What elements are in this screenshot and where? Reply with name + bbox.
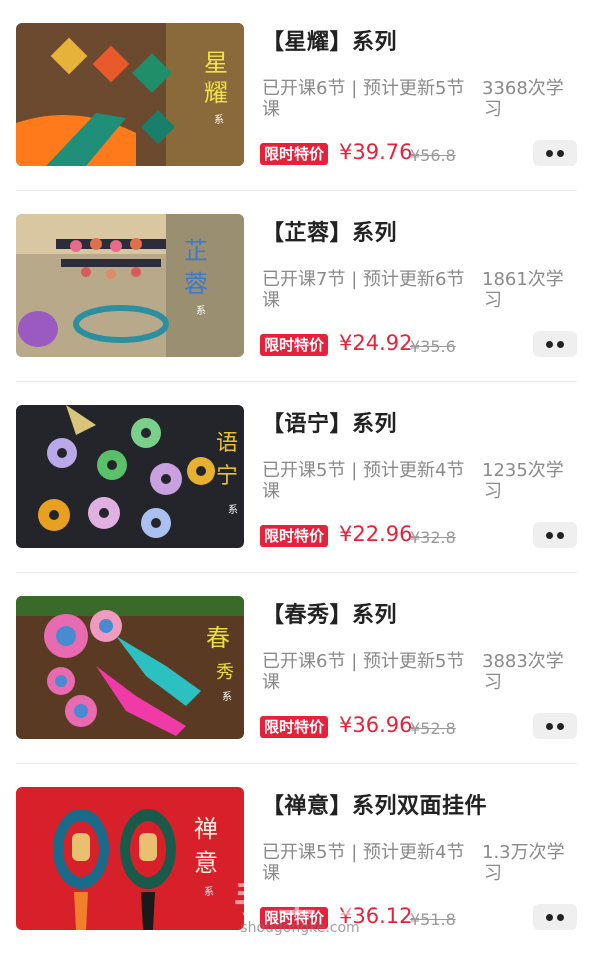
course-title[interactable]: 【禅意】系列双面挂件: [262, 788, 487, 820]
sale-price: ¥36.96: [339, 713, 413, 737]
course-thumbnail[interactable]: 星 耀 系: [16, 23, 244, 166]
more-options-button[interactable]: [533, 140, 577, 166]
course-card[interactable]: 芷 蓉 系 【芷蓉】系列 已开课7节 | 预计更新6节 课 1861次学 习 限…: [0, 191, 593, 382]
svg-text:系: 系: [204, 886, 214, 898]
more-dots-icon: [546, 722, 553, 730]
svg-text:蓉: 蓉: [184, 270, 208, 298]
learner-count-wrap: 习: [484, 863, 502, 884]
course-thumbnail[interactable]: 芷 蓉 系: [16, 214, 244, 357]
original-price: ¥35.6: [410, 337, 456, 356]
course-title[interactable]: 【语宁】系列: [262, 406, 397, 438]
promo-badge: 限时特价: [260, 716, 329, 738]
learner-count: 1235次学: [482, 460, 564, 481]
svg-text:禅: 禅: [194, 815, 218, 843]
promo-badge: 限时特价: [260, 907, 329, 929]
course-thumbnail-image: 芷 蓉 系: [16, 214, 244, 357]
sale-price: ¥39.76: [339, 140, 413, 164]
lessons-wrap: 课: [262, 672, 280, 693]
thumb-text: 星: [204, 49, 228, 77]
course-thumbnail[interactable]: 语 宁 系: [16, 405, 244, 548]
svg-text:系: 系: [222, 691, 232, 703]
lessons-planned: 预计更新5节: [363, 78, 465, 99]
learner-count-wrap: 习: [484, 99, 502, 120]
original-price: ¥56.8: [410, 146, 456, 165]
svg-text:芷: 芷: [184, 237, 208, 265]
sale-price: ¥36.12: [339, 904, 413, 928]
course-title[interactable]: 【春秀】系列: [262, 597, 397, 629]
lessons-planned: 预计更新6节: [363, 269, 465, 290]
learner-count-wrap: 习: [484, 672, 502, 693]
lessons-opened: 已开课6节: [262, 651, 346, 672]
sale-price: ¥24.92: [339, 331, 413, 355]
more-dots-icon: [546, 913, 553, 921]
svg-text:宁: 宁: [216, 464, 238, 489]
lessons-opened: 已开课5节: [262, 460, 346, 481]
course-title[interactable]: 【芷蓉】系列: [262, 215, 397, 247]
svg-text:意: 意: [194, 849, 218, 877]
learner-count: 3368次学: [482, 78, 564, 99]
more-options-button[interactable]: [533, 713, 577, 739]
svg-text:春: 春: [206, 624, 230, 652]
course-thumbnail[interactable]: 禅 意 系: [16, 787, 244, 930]
lessons-wrap: 课: [262, 99, 280, 120]
more-options-button[interactable]: [533, 522, 577, 548]
svg-text:系: 系: [196, 305, 206, 317]
lessons-wrap: 课: [262, 863, 280, 884]
svg-text:语: 语: [216, 431, 238, 456]
lessons-opened: 已开课5节: [262, 842, 346, 863]
course-card[interactable]: 语 宁 系 【语宁】系列 已开课5节 | 预计更新4节 课 1235次学 习 限…: [0, 382, 593, 573]
svg-text:系: 系: [228, 504, 238, 516]
more-dots-icon: [546, 149, 553, 157]
lessons-opened: 已开课6节: [262, 78, 346, 99]
course-title[interactable]: 【星耀】系列: [262, 24, 397, 56]
learner-count: 1861次学: [482, 269, 564, 290]
more-options-button[interactable]: [533, 904, 577, 930]
svg-text:秀: 秀: [216, 662, 234, 683]
promo-badge: 限时特价: [260, 143, 329, 165]
promo-badge: 限时特价: [260, 525, 329, 547]
course-card[interactable]: 春 秀 系 【春秀】系列 已开课6节 | 预计更新5节 课 3883次学 习 限…: [0, 573, 593, 764]
more-dots-icon: [546, 340, 553, 348]
course-thumbnail[interactable]: 春 秀 系: [16, 596, 244, 739]
course-card[interactable]: 星 耀 系 【星耀】系列 已开课6节 | 预计更新5节 课 3368次学 习 限…: [0, 0, 593, 191]
course-thumbnail-image: 春 秀 系: [16, 596, 244, 739]
learner-count: 1.3万次学: [482, 842, 565, 863]
lessons-planned: 预计更新5节: [363, 651, 465, 672]
learner-count-wrap: 习: [484, 481, 502, 502]
course-thumbnail-image: 语 宁 系: [16, 405, 244, 548]
learner-count: 3883次学: [482, 651, 564, 672]
svg-text:系: 系: [214, 114, 224, 126]
svg-text:耀: 耀: [204, 79, 228, 107]
lessons-wrap: 课: [262, 481, 280, 502]
course-thumbnail-image: 星 耀 系: [16, 23, 244, 166]
course-thumbnail-image: 禅 意 系: [16, 787, 244, 930]
more-options-button[interactable]: [533, 331, 577, 357]
original-price: ¥32.8: [410, 528, 456, 547]
lessons-wrap: 课: [262, 290, 280, 311]
learner-count-wrap: 习: [484, 290, 502, 311]
original-price: ¥51.8: [410, 910, 456, 929]
lessons-planned: 预计更新4节: [363, 460, 465, 481]
more-dots-icon: [546, 531, 553, 539]
lessons-opened: 已开课7节: [262, 269, 346, 290]
course-card[interactable]: 禅 意 系 【禅意】系列双面挂件 已开课5节 | 预计更新4节 课 1.3万次学…: [0, 764, 593, 954]
original-price: ¥52.8: [410, 719, 456, 738]
promo-badge: 限时特价: [260, 334, 329, 356]
sale-price: ¥22.96: [339, 522, 413, 546]
lessons-planned: 预计更新4节: [363, 842, 465, 863]
